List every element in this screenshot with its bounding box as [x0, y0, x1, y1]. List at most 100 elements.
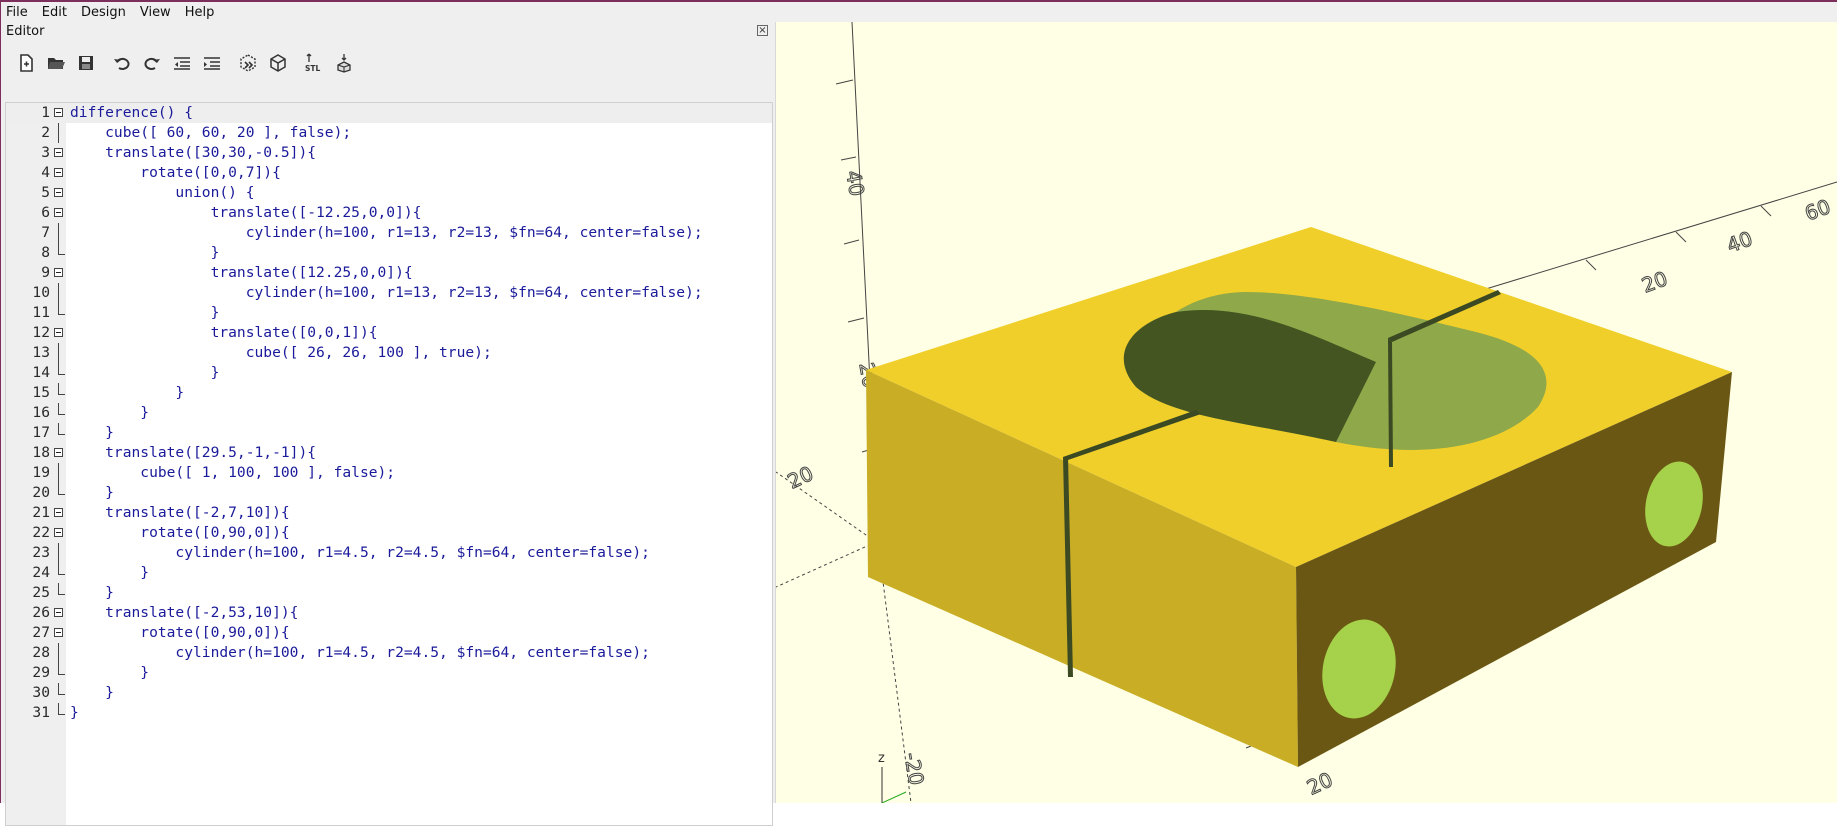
- code-text: translate([12.25,0,0]){: [70, 264, 413, 281]
- open-file-button[interactable]: [41, 48, 71, 78]
- code-line[interactable]: 8 }: [6, 243, 772, 263]
- code-line[interactable]: 22 rotate([0,90,0]){: [6, 523, 772, 543]
- line-number: 9: [41, 264, 50, 281]
- code-line[interactable]: 4 rotate([0,0,7]){: [6, 163, 772, 183]
- code-line[interactable]: 24 }: [6, 563, 772, 583]
- code-text: rotate([0,90,0]){: [70, 624, 290, 641]
- export-stl-button[interactable]: STL: [299, 48, 329, 78]
- fold-bar-marker: [58, 463, 59, 483]
- code-line[interactable]: 5 union() {: [6, 183, 772, 203]
- preview-button[interactable]: [233, 48, 263, 78]
- fold-toggle-icon[interactable]: [54, 628, 63, 637]
- fold-toggle-icon[interactable]: [54, 448, 63, 457]
- code-text: cube([ 1, 100, 100 ], false);: [70, 464, 396, 481]
- code-line[interactable]: 14 }: [6, 363, 772, 383]
- axis-label-y40: 40: [1724, 226, 1756, 257]
- code-line[interactable]: 13 cube([ 26, 26, 100 ], true);: [6, 343, 772, 363]
- fold-toggle-icon[interactable]: [54, 148, 63, 157]
- code-text: cube([ 60, 60, 20 ], false);: [70, 124, 352, 141]
- line-number: 7: [41, 224, 50, 241]
- code-line[interactable]: 17 }: [6, 423, 772, 443]
- save-file-button[interactable]: [71, 48, 101, 78]
- render-button[interactable]: [263, 48, 293, 78]
- code-line[interactable]: 27 rotate([0,90,0]){: [6, 623, 772, 643]
- menu-file[interactable]: File: [1, 5, 35, 20]
- code-line[interactable]: 6 translate([-12.25,0,0]){: [6, 203, 772, 223]
- axis-label-z40: 40: [841, 169, 869, 198]
- code-line[interactable]: 21 translate([-2,7,10]){: [6, 503, 772, 523]
- fold-toggle-icon[interactable]: [54, 608, 63, 617]
- indent-icon: [204, 57, 220, 70]
- code-line[interactable]: 25 }: [6, 583, 772, 603]
- menu-help[interactable]: Help: [178, 5, 222, 20]
- code-line[interactable]: 28 cylinder(h=100, r1=4.5, r2=4.5, $fn=6…: [6, 643, 772, 663]
- code-text: }: [70, 364, 220, 381]
- fold-toggle-icon[interactable]: [54, 108, 63, 117]
- code-line[interactable]: 20 }: [6, 483, 772, 503]
- printer-icon: [337, 54, 351, 73]
- fold-end-marker: [58, 563, 65, 575]
- code-editor[interactable]: 1 difference() {2 cube([ 60, 60, 20 ], fa…: [5, 102, 773, 826]
- code-line[interactable]: 9 translate([12.25,0,0]){: [6, 263, 772, 283]
- fold-bar-marker: [58, 223, 59, 243]
- menu-edit[interactable]: Edit: [35, 5, 74, 20]
- fold-toggle-icon[interactable]: [54, 528, 63, 537]
- fold-toggle-icon[interactable]: [54, 328, 63, 337]
- menu-view[interactable]: View: [133, 5, 178, 20]
- tick: [1760, 205, 1772, 217]
- fold-toggle-icon[interactable]: [54, 208, 63, 217]
- code-line[interactable]: 19 cube([ 1, 100, 100 ], false);: [6, 463, 772, 483]
- tick: [843, 239, 860, 245]
- fold-toggle-icon[interactable]: [54, 508, 63, 517]
- code-line[interactable]: 1 difference() {: [6, 103, 772, 123]
- code-text: translate([-2,53,10]){: [70, 604, 299, 621]
- send-to-printer-button[interactable]: [329, 48, 359, 78]
- code-line[interactable]: 31}: [6, 703, 772, 723]
- code-line[interactable]: 3 translate([30,30,-0.5]){: [6, 143, 772, 163]
- fold-end-marker: [58, 683, 65, 695]
- fold-end-marker: [58, 483, 65, 495]
- line-number: 1: [41, 104, 50, 121]
- indent-button[interactable]: [197, 48, 227, 78]
- line-number: 14: [32, 364, 50, 381]
- code-line[interactable]: 15 }: [6, 383, 772, 403]
- axis-label-neg-x20: 20: [784, 461, 817, 494]
- editor-title: Editor: [6, 24, 45, 39]
- line-number: 17: [32, 424, 50, 441]
- fold-end-marker: [58, 663, 65, 675]
- 3d-viewport[interactable]: 40 20 20 0 20 40 60 -20 20 z: [776, 22, 1837, 803]
- neg-x-axis-line: [776, 541, 877, 588]
- line-number: 10: [32, 284, 50, 301]
- undo-button[interactable]: [107, 48, 137, 78]
- code-line[interactable]: 30 }: [6, 683, 772, 703]
- code-line[interactable]: 26 translate([-2,53,10]){: [6, 603, 772, 623]
- menu-design[interactable]: Design: [74, 5, 133, 20]
- code-line[interactable]: 16 }: [6, 403, 772, 423]
- new-file-button[interactable]: [11, 48, 41, 78]
- axis-indicator-z: z: [878, 751, 885, 766]
- code-text: }: [70, 384, 185, 401]
- code-text: }: [70, 584, 114, 601]
- code-line[interactable]: 2 cube([ 60, 60, 20 ], false);: [6, 123, 772, 143]
- code-line[interactable]: 11 }: [6, 303, 772, 323]
- line-number: 3: [41, 144, 50, 161]
- line-number: 28: [32, 644, 50, 661]
- code-line[interactable]: 18 translate([29.5,-1,-1]){: [6, 443, 772, 463]
- line-number: 24: [32, 564, 50, 581]
- code-line[interactable]: 23 cylinder(h=100, r1=4.5, r2=4.5, $fn=6…: [6, 543, 772, 563]
- fold-toggle-icon[interactable]: [54, 188, 63, 197]
- line-number: 22: [32, 524, 50, 541]
- code-line[interactable]: 29 }: [6, 663, 772, 683]
- code-line[interactable]: 12 translate([0,0,1]){: [6, 323, 772, 343]
- preview-icon: [240, 54, 256, 72]
- code-text: translate([29.5,-1,-1]){: [70, 444, 317, 461]
- redo-button[interactable]: [137, 48, 167, 78]
- code-text: }: [70, 404, 150, 421]
- close-editor-button[interactable]: ×: [757, 25, 768, 36]
- code-line[interactable]: 10 cylinder(h=100, r1=13, r2=13, $fn=64,…: [6, 283, 772, 303]
- fold-toggle-icon[interactable]: [54, 168, 63, 177]
- fold-toggle-icon[interactable]: [54, 268, 63, 277]
- unindent-button[interactable]: [167, 48, 197, 78]
- code-line[interactable]: 7 cylinder(h=100, r1=13, r2=13, $fn=64, …: [6, 223, 772, 243]
- undo-icon: [114, 58, 130, 70]
